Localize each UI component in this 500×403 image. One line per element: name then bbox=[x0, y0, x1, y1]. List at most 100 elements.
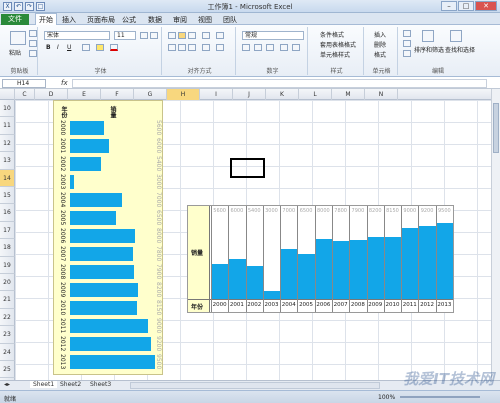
row-header-17[interactable]: 17 bbox=[0, 221, 15, 240]
tab-formulas[interactable]: 公式 bbox=[122, 15, 136, 25]
zoom-level[interactable]: 100% bbox=[378, 394, 395, 401]
year-cell[interactable]: 2005 bbox=[59, 210, 66, 225]
insert-button[interactable]: 插入 bbox=[374, 30, 386, 39]
column-header-g[interactable]: G bbox=[134, 89, 167, 100]
increase-decimal-icon[interactable] bbox=[280, 44, 288, 51]
column-header-l[interactable]: L bbox=[299, 89, 332, 100]
year-cell[interactable]: 2012 bbox=[59, 336, 66, 351]
year-cell[interactable]: 2006 bbox=[59, 228, 66, 243]
row-header-18[interactable]: 18 bbox=[0, 239, 15, 257]
tab-page-layout[interactable]: 页面布局 bbox=[87, 15, 115, 25]
wrap-text-icon[interactable] bbox=[216, 32, 224, 39]
tab-view[interactable]: 视图 bbox=[198, 15, 212, 25]
select-all-corner[interactable] bbox=[0, 89, 15, 100]
year-cell[interactable]: 2010 bbox=[59, 300, 66, 315]
tab-review[interactable]: 审阅 bbox=[173, 15, 187, 25]
tab-file[interactable]: 文件 bbox=[1, 14, 29, 25]
year-cell[interactable]: 2004 bbox=[59, 192, 66, 207]
year-cell[interactable]: 2001 bbox=[59, 138, 66, 153]
align-middle-icon[interactable] bbox=[178, 32, 186, 39]
tab-data[interactable]: 数据 bbox=[148, 15, 162, 25]
sales-cell[interactable]: 6000 bbox=[155, 138, 162, 153]
align-right-icon[interactable] bbox=[188, 44, 196, 51]
column-header-j[interactable]: J bbox=[233, 89, 266, 100]
format-painter-icon[interactable] bbox=[29, 50, 37, 57]
find-select-button[interactable]: 查找和选择 bbox=[445, 45, 475, 54]
year-cell[interactable]: 2003 bbox=[59, 174, 66, 189]
column-header-c[interactable]: C bbox=[15, 89, 35, 100]
align-center-icon[interactable] bbox=[178, 44, 186, 51]
column-header-m[interactable]: M bbox=[332, 89, 365, 100]
sales-cell[interactable]: 7000 bbox=[155, 192, 162, 207]
percent-icon[interactable] bbox=[254, 44, 262, 51]
row-header-12[interactable]: 12 bbox=[0, 134, 15, 153]
sales-cell[interactable]: 8150 bbox=[155, 300, 162, 315]
scroll-thumb[interactable] bbox=[493, 103, 499, 153]
row-header-21[interactable]: 21 bbox=[0, 291, 15, 309]
sort-filter-button[interactable]: 排序和筛选 bbox=[414, 45, 444, 54]
sheet-nav-icon[interactable]: ◂▸ bbox=[4, 381, 10, 388]
row-header-20[interactable]: 20 bbox=[0, 274, 15, 292]
sales-cell[interactable]: 8000 bbox=[155, 228, 162, 243]
sort-filter-icon[interactable] bbox=[422, 30, 434, 42]
autosum-icon[interactable] bbox=[403, 30, 411, 37]
shrink-font-icon[interactable] bbox=[150, 32, 158, 39]
align-left-icon[interactable] bbox=[168, 44, 176, 51]
close-button[interactable]: ✕ bbox=[475, 1, 497, 11]
column-header-d[interactable]: D bbox=[35, 89, 68, 100]
row-header-14[interactable]: 14 bbox=[0, 169, 15, 187]
column-header-n[interactable]: N bbox=[365, 89, 398, 100]
row-header-25[interactable]: 25 bbox=[0, 361, 15, 379]
sales-cell[interactable]: 9200 bbox=[155, 336, 162, 351]
column-header-k[interactable]: K bbox=[266, 89, 299, 100]
year-cell[interactable]: 2009 bbox=[59, 282, 66, 297]
clear-icon[interactable] bbox=[403, 50, 411, 57]
column-header-i[interactable]: I bbox=[200, 89, 233, 100]
year-cell[interactable]: 2011 bbox=[59, 318, 66, 333]
row-header-19[interactable]: 19 bbox=[0, 256, 15, 274]
fill-icon[interactable] bbox=[403, 40, 411, 47]
active-cell[interactable] bbox=[230, 158, 265, 178]
row-header-10[interactable]: 10 bbox=[0, 100, 15, 118]
tab-insert[interactable]: 插入 bbox=[62, 15, 76, 25]
decrease-decimal-icon[interactable] bbox=[292, 44, 300, 51]
italic-button[interactable]: I bbox=[57, 44, 59, 51]
row-header-22[interactable]: 22 bbox=[0, 308, 15, 327]
sales-cell[interactable]: 9500 bbox=[155, 354, 162, 369]
row-header-23[interactable]: 23 bbox=[0, 326, 15, 344]
number-format-select[interactable]: 常规 bbox=[242, 31, 304, 40]
horizontal-scrollbar[interactable] bbox=[130, 382, 380, 389]
orientation-icon[interactable] bbox=[202, 32, 210, 39]
sales-cell[interactable]: 6500 bbox=[155, 210, 162, 225]
cut-icon[interactable] bbox=[29, 30, 37, 37]
minimize-button[interactable]: – bbox=[441, 1, 457, 11]
cell-style-button[interactable]: 单元格样式 bbox=[320, 50, 350, 59]
row-header-24[interactable]: 24 bbox=[0, 343, 15, 361]
align-top-icon[interactable] bbox=[168, 32, 176, 39]
column-header-f[interactable]: F bbox=[101, 89, 134, 100]
font-name-select[interactable]: 宋体 bbox=[44, 31, 110, 40]
comma-icon[interactable] bbox=[266, 44, 274, 51]
sales-cell[interactable]: 5600 bbox=[155, 120, 162, 135]
zoom-slider[interactable] bbox=[400, 396, 480, 398]
sales-cell[interactable]: 7900 bbox=[155, 264, 162, 279]
indent-icon[interactable] bbox=[202, 44, 210, 51]
font-color-icon[interactable] bbox=[110, 44, 118, 51]
sheet-tab-3[interactable]: Sheet3 bbox=[90, 381, 111, 388]
sheet-tab-1[interactable]: Sheet1 bbox=[30, 381, 58, 388]
align-bottom-icon[interactable] bbox=[188, 32, 196, 39]
currency-icon[interactable] bbox=[242, 44, 250, 51]
paste-icon[interactable] bbox=[10, 31, 26, 45]
sales-cell[interactable]: 9000 bbox=[155, 318, 162, 333]
row-header-11[interactable]: 11 bbox=[0, 117, 15, 135]
sheet-tab-2[interactable]: Sheet2 bbox=[60, 381, 81, 388]
sales-cell[interactable]: 5400 bbox=[155, 156, 162, 171]
name-box[interactable]: H14 bbox=[2, 79, 46, 88]
conditional-format-button[interactable]: 条件格式 bbox=[320, 30, 344, 39]
column-header-h[interactable]: H bbox=[167, 89, 200, 100]
border-icon[interactable] bbox=[82, 44, 90, 51]
find-select-icon[interactable] bbox=[450, 30, 462, 42]
sales-cell[interactable]: 8200 bbox=[155, 282, 162, 297]
copy-icon[interactable] bbox=[29, 40, 37, 47]
year-cell[interactable]: 2013 bbox=[59, 354, 66, 369]
